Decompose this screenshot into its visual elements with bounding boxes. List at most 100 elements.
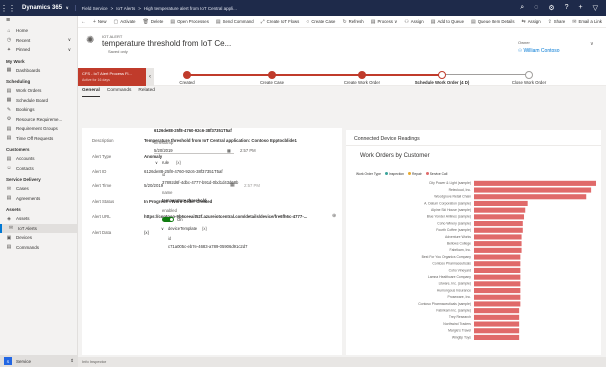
bar-service-call[interactable]	[474, 288, 521, 294]
assign-button[interactable]: ⇆ Assign	[521, 19, 540, 25]
sitemap-item-accounts[interactable]: ▤ Accounts	[0, 154, 77, 164]
bar-service-call[interactable]	[474, 294, 521, 300]
sitemap-item-home[interactable]: ⌂ Home	[0, 26, 77, 36]
bar-service-call[interactable]	[474, 241, 522, 247]
json-id-val[interactable]: 6126de88-25f8-4760-92c6-38f37351T5af	[154, 128, 232, 133]
add-icon[interactable]: +	[579, 4, 583, 12]
bpf-stage-label[interactable]: Create Work Order	[344, 80, 380, 85]
tab-general[interactable]: General	[82, 87, 100, 97]
calendar-icon[interactable]: ▦	[227, 148, 231, 153]
assign-button[interactable]: ⚇ Assign	[404, 19, 423, 25]
legend-item[interactable]: Inspection	[384, 172, 404, 176]
chevron-down-icon[interactable]: ∨	[68, 37, 71, 43]
bar-service-call[interactable]	[474, 194, 587, 200]
legend-item[interactable]: Repair	[408, 172, 422, 176]
bar-service-call[interactable]	[474, 180, 596, 186]
refresh-button[interactable]: ↻ Refresh	[342, 19, 363, 25]
bar-service-call[interactable]	[474, 247, 522, 253]
sitemap-item-devices[interactable]: ▣ Devices	[0, 233, 77, 243]
header-expand-icon[interactable]: ∨	[590, 41, 594, 47]
settings-icon[interactable]: ⚙	[548, 4, 554, 12]
create-iot-flows-button[interactable]: ⤢ Create IoT Flows	[261, 19, 300, 25]
sitemap-item-dashboards[interactable]: ▦ Dashboards	[0, 66, 77, 76]
bpf-stage-dot[interactable]	[183, 71, 191, 79]
queue-item-details-button[interactable]: ▤ Queue Item Details	[471, 19, 515, 25]
share-button[interactable]: ⇪ Share	[548, 19, 566, 25]
bpf-stage-dot[interactable]	[268, 71, 276, 79]
bar-service-call[interactable]	[474, 308, 520, 314]
sitemap-item-commands[interactable]: ▤ Commands	[0, 243, 77, 253]
breadcrumb-item[interactable]: IoT Alerts	[116, 6, 135, 11]
bar-service-call[interactable]	[474, 301, 521, 307]
json-timestamp-key[interactable]: timestamp	[154, 140, 173, 145]
sitemap-item-bookings[interactable]: ✎ Bookings	[0, 105, 77, 115]
bar-service-call[interactable]	[474, 207, 526, 213]
bar-service-call[interactable]	[474, 221, 523, 227]
area-switcher[interactable]: S Service ⇕	[0, 355, 78, 367]
json-dt-id-val[interactable]: c71a005c-eb7e-4683-a789-05906d91c2d7	[168, 244, 247, 249]
sitemap-item-time-off-requests[interactable]: ▤ Time Off Requests	[0, 134, 77, 144]
json-timestamp-time[interactable]: 2:57 PM	[240, 148, 256, 153]
bpf-stage-dot[interactable]	[358, 71, 366, 79]
tab-commands[interactable]: Commands	[107, 87, 132, 97]
process-button[interactable]: ▤ Process ∨	[371, 19, 398, 25]
legend-item[interactable]: Service Call	[425, 172, 447, 176]
sitemap-item-work-orders[interactable]: ▤ Work Orders	[0, 86, 77, 96]
json-rule-id-val[interactable]: 37892d6f-4dbc-4777-b91d-0bd1d43d68b	[162, 180, 238, 185]
owner-link[interactable]: ⚇ William Contoso	[518, 48, 560, 54]
bar-service-call[interactable]	[474, 328, 520, 334]
json-name-val[interactable]: temperature threshold	[162, 198, 206, 203]
help-icon[interactable]: ?	[565, 4, 569, 12]
delete-button[interactable]: 🗑 Delete	[143, 19, 164, 25]
brand-title[interactable]: Dynamics 365 ∨	[16, 5, 76, 11]
sitemap-item-assets[interactable]: ◈ Assets	[0, 214, 77, 224]
field-value[interactable]: 5/20/2019	[144, 183, 163, 188]
add-to-queue-button[interactable]: ▤ Add to Queue	[431, 19, 464, 25]
globe-icon[interactable]: ⊕	[332, 213, 336, 219]
enabled-toggle[interactable]	[162, 217, 174, 222]
sitemap-item-contacts[interactable]: ☺ Contacts	[0, 164, 77, 174]
bar-service-call[interactable]	[474, 267, 521, 273]
bar-service-call[interactable]	[474, 321, 520, 327]
breadcrumb-item[interactable]: Field Service	[82, 6, 108, 11]
bpf-stage-label[interactable]: Created	[179, 80, 194, 85]
sitemap-item-schedule-board[interactable]: ▦ Schedule Board	[0, 96, 77, 106]
bpf-stage-dot[interactable]	[438, 71, 446, 79]
bpf-stage-label[interactable]: Close Work Order	[512, 80, 546, 85]
activate-button[interactable]: ▢ Activate	[114, 19, 136, 25]
sitemap-item-iot-alerts[interactable]: ✉ IoT Alerts	[0, 223, 77, 233]
filter-icon[interactable]: ▽	[593, 4, 598, 12]
sitemap-item-requirement-groups[interactable]: ▤ Requirement Groups	[0, 124, 77, 134]
hamburger-icon[interactable]: ≡	[0, 16, 77, 26]
bar-service-call[interactable]	[474, 187, 592, 193]
time-value[interactable]: 2:57 PM	[244, 183, 260, 188]
field-value[interactable]: 6126de88-25f8-4760-92c6-38f37351T5af	[144, 169, 223, 174]
bar-service-call[interactable]	[474, 227, 523, 233]
chevron-down-icon[interactable]: ∨	[161, 226, 164, 231]
sitemap-item-pinned[interactable]: ✦ Pinned ∨	[0, 45, 77, 55]
sitemap-item-cases[interactable]: ✉ Cases	[0, 184, 77, 194]
email-a-link-button[interactable]: ✉ Email a Link	[572, 19, 602, 25]
bar-service-call[interactable]	[474, 214, 525, 220]
send-command-button[interactable]: ▤ Send Command	[216, 19, 254, 25]
bpf-stage-label[interactable]: Create Case	[260, 80, 284, 85]
bar-service-call[interactable]	[474, 274, 521, 280]
bar-service-call[interactable]	[474, 281, 521, 287]
sitemap-item-agreements[interactable]: ▤ Agreements	[0, 194, 77, 204]
app-launcher-icon[interactable]: ⋮⋮	[0, 0, 16, 16]
create-case-button[interactable]: ○ Create Case	[306, 19, 335, 25]
back-button[interactable]: ←	[81, 19, 86, 25]
field-value[interactable]: {x}	[144, 230, 149, 235]
bpf-stage-label[interactable]: Schedule Work Order (4 D)	[415, 80, 470, 85]
bpf-stage-dot[interactable]	[525, 71, 533, 79]
chevron-down-icon[interactable]: ∨	[155, 160, 158, 165]
bpf-active-process[interactable]: CFS - IoT Alert Process Fl... Active for…	[78, 68, 146, 86]
bar-service-call[interactable]	[474, 314, 520, 320]
open-processes-button[interactable]: ▤ Open Processes	[170, 19, 209, 25]
tab-related[interactable]: Related	[138, 87, 155, 97]
bar-service-call[interactable]	[474, 254, 521, 260]
new-button[interactable]: + New	[93, 19, 107, 25]
bar-service-call[interactable]	[474, 261, 521, 267]
chevron-left-icon[interactable]: ‹	[146, 68, 154, 86]
bar-service-call[interactable]	[474, 234, 522, 240]
